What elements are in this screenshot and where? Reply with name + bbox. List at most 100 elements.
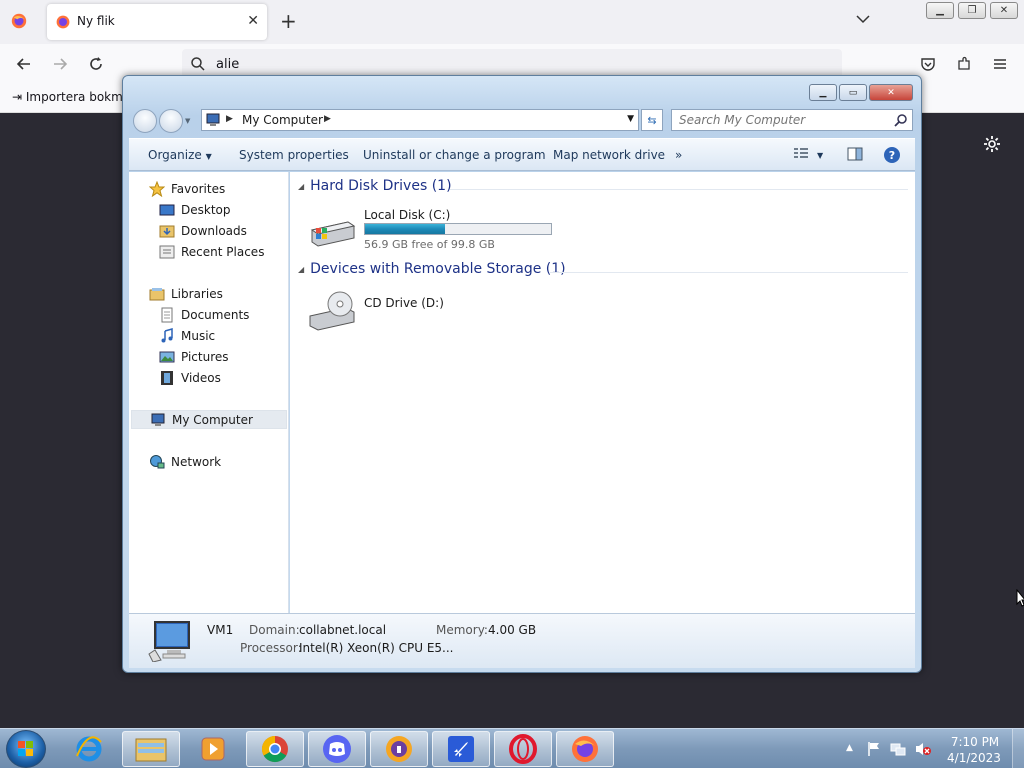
drive-cd-d[interactable]: CD Drive (D:) — [308, 288, 508, 334]
drive-free-space: 56.9 GB free of 99.8 GB — [364, 238, 495, 251]
search-box[interactable] — [671, 109, 913, 131]
extensions-icon[interactable] — [954, 54, 974, 74]
show-desktop-button[interactable] — [1012, 729, 1024, 768]
refresh-icon[interactable]: ⇆ — [641, 109, 663, 131]
opera-button[interactable] — [494, 731, 552, 767]
organize-button[interactable]: Organize ▼ — [148, 148, 212, 162]
rocket-app-button[interactable] — [432, 731, 490, 767]
new-tab-button[interactable]: + — [280, 9, 297, 33]
nav-favorites[interactable]: Favorites — [149, 179, 225, 198]
address-bar[interactable]: ▶ My Computer ▶ ▼ — [201, 109, 639, 131]
explorer-minimize-button[interactable]: ▁ — [809, 84, 837, 101]
opera-icon — [509, 734, 537, 764]
explorer-maximize-button[interactable]: ▭ — [839, 84, 867, 101]
shield-lock-icon — [386, 736, 412, 762]
domain-label: Domain: — [249, 623, 300, 637]
nav-my-computer[interactable]: My Computer — [131, 410, 287, 429]
close-tab-icon[interactable]: ✕ — [247, 13, 259, 29]
nav-documents[interactable]: Documents — [159, 305, 249, 324]
system-properties-button[interactable]: System properties — [239, 148, 349, 162]
network-icon — [150, 454, 165, 468]
capacity-bar — [364, 223, 552, 235]
action-center-flag-icon[interactable] — [866, 741, 882, 757]
show-hidden-icons-button[interactable]: ▲ — [846, 743, 853, 753]
organize-label: Organize — [148, 148, 202, 162]
clock-date[interactable]: 4/1/2023 — [946, 751, 1002, 765]
import-bookmarks-link[interactable]: ⇥ Importera bokmä — [12, 90, 130, 104]
firefox-taskbar-button[interactable] — [556, 731, 614, 767]
nav-downloads[interactable]: Downloads — [159, 221, 247, 240]
drive-name: CD Drive (D:) — [364, 296, 444, 310]
back-button[interactable] — [133, 109, 157, 133]
nav-desktop[interactable]: Desktop — [159, 200, 231, 219]
gear-icon[interactable] — [982, 134, 1002, 154]
tab-ny-flik[interactable]: Ny flik ✕ — [47, 4, 267, 40]
collapse-triangle-icon[interactable]: ◢ — [298, 182, 304, 191]
hard-drive-icon — [310, 221, 356, 247]
import-icon: ⇥ — [12, 90, 23, 104]
forward-icon[interactable] — [50, 54, 70, 74]
discord-icon — [323, 735, 351, 763]
breadcrumb-arrow-icon[interactable]: ▶ — [324, 114, 331, 124]
change-view-icon[interactable] — [793, 146, 809, 162]
restore-button[interactable]: ❐ — [958, 2, 986, 19]
group-removable-storage[interactable]: ◢ Devices with Removable Storage (1) — [298, 261, 566, 277]
content-pane: ◢ Hard Disk Drives (1) Local Disk (C:) 5… — [290, 172, 915, 613]
firefox-icon[interactable] — [10, 12, 28, 30]
vpn-app-button[interactable] — [370, 731, 428, 767]
nav-libraries[interactable]: Libraries — [149, 284, 223, 303]
command-bar: Organize ▼ System properties Uninstall o… — [129, 138, 915, 171]
music-icon — [161, 327, 173, 342]
nav-label: Desktop — [181, 202, 231, 217]
nav-recent-places[interactable]: Recent Places — [159, 242, 264, 261]
preview-pane-icon[interactable] — [847, 146, 863, 162]
nav-label: Network — [171, 454, 222, 469]
forward-button[interactable] — [159, 109, 183, 133]
uninstall-program-button[interactable]: Uninstall or change a program — [363, 148, 546, 162]
volume-muted-icon[interactable] — [914, 741, 932, 757]
group-title: Hard Disk Drives (1) — [310, 178, 452, 194]
explorer-close-button[interactable]: ✕ — [869, 84, 913, 101]
more-commands-button[interactable]: » — [675, 148, 682, 162]
collapse-triangle-icon[interactable]: ◢ — [298, 265, 304, 274]
recent-pages-dropdown[interactable]: ▼ — [185, 117, 190, 125]
clock-time[interactable]: 7:10 PM — [950, 735, 1000, 749]
explorer-window-controls: ▁ ▭ ✕ — [809, 84, 913, 101]
menu-icon[interactable] — [990, 54, 1010, 74]
nav-network[interactable]: Network — [149, 452, 221, 471]
discord-button[interactable] — [308, 731, 366, 767]
network-tray-icon[interactable] — [890, 741, 906, 757]
nav-music[interactable]: Music — [159, 326, 215, 345]
search-input[interactable] — [672, 110, 882, 130]
nav-label: Documents — [181, 307, 250, 322]
media-player-button[interactable] — [184, 731, 242, 767]
star-icon — [149, 180, 165, 197]
memory-value: 4.00 GB — [488, 623, 537, 637]
group-hard-disk-drives[interactable]: ◢ Hard Disk Drives (1) — [298, 178, 452, 194]
view-dropdown-icon[interactable]: ▼ — [817, 151, 823, 160]
chrome-button[interactable] — [246, 731, 304, 767]
pocket-icon[interactable] — [918, 54, 938, 74]
firefox-tab-icon — [56, 15, 70, 29]
explorer-taskbar-button[interactable] — [122, 731, 180, 767]
computer-icon — [206, 113, 220, 126]
nav-videos[interactable]: Videos — [159, 368, 221, 387]
drive-local-disk-c[interactable]: Local Disk (C:) 56.9 GB free of 99.8 GB — [308, 208, 568, 252]
nav-pictures[interactable]: Pictures — [159, 347, 229, 366]
internet-explorer-button[interactable] — [60, 731, 118, 767]
map-network-drive-button[interactable]: Map network drive — [553, 148, 665, 162]
libraries-icon — [149, 287, 165, 300]
minimize-button[interactable]: ▁ — [926, 2, 954, 19]
breadcrumb-my-computer[interactable]: My Computer — [242, 113, 323, 127]
breadcrumb-arrow-icon[interactable]: ▶ — [226, 114, 233, 124]
chevron-down-icon[interactable] — [856, 14, 870, 24]
search-icon — [191, 57, 205, 71]
close-button[interactable]: ✕ — [990, 2, 1018, 19]
address-dropdown-icon[interactable]: ▼ — [627, 114, 634, 124]
back-icon[interactable] — [14, 54, 34, 74]
help-icon[interactable]: ? — [883, 146, 901, 164]
reload-icon[interactable] — [86, 54, 106, 74]
computer-icon — [151, 413, 165, 426]
start-button[interactable] — [6, 730, 46, 768]
processor-label: Processor: — [240, 641, 302, 655]
